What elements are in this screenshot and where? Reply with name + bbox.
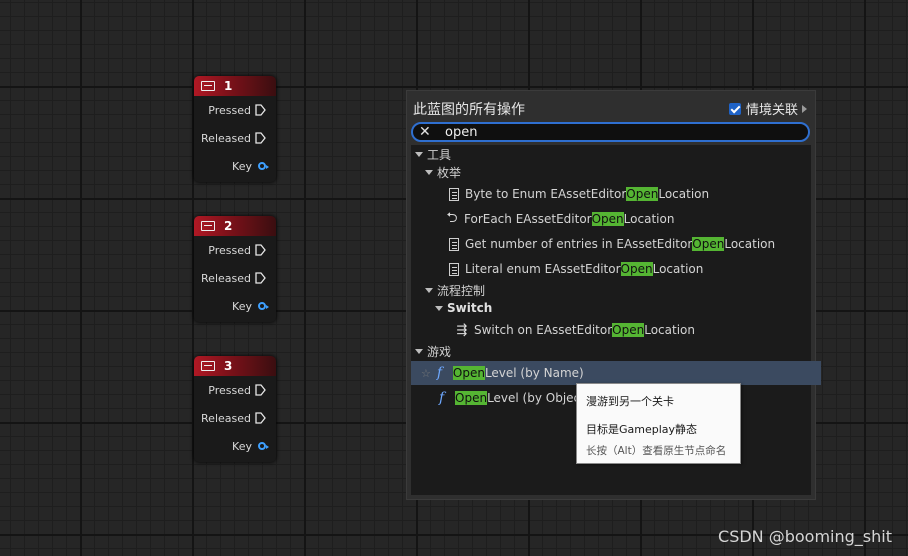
- search-box[interactable]: ✕: [411, 122, 810, 142]
- function-doc-icon: [449, 262, 459, 276]
- category-switch[interactable]: Switch: [411, 297, 835, 319]
- key-pin[interactable]: Key: [194, 292, 276, 320]
- search-input[interactable]: [443, 123, 777, 141]
- node-title: 2: [224, 219, 233, 233]
- node-header: 2: [194, 216, 276, 236]
- loop-icon: ⮌: [446, 210, 458, 226]
- caret-down-icon[interactable]: [415, 151, 423, 157]
- caret-down-icon[interactable]: [425, 287, 433, 293]
- struct-pin-icon[interactable]: [258, 162, 269, 170]
- exec-pin-icon[interactable]: [255, 132, 266, 144]
- action-switch-on[interactable]: ⇶ Switch on EAssetEditor Open Location: [411, 318, 855, 342]
- tooltip-target: 目标是Gameplay静态: [586, 423, 698, 436]
- action-tooltip: 漫游到另一个关卡 目标是Gameplay静态 长按（Alt）查看原生节点命名: [576, 383, 741, 464]
- node-header: 3: [194, 356, 276, 376]
- action-literal-enum[interactable]: Literal enum EAssetEditor Open Location: [411, 257, 849, 281]
- context-sensitive-toggle[interactable]: 情境关联: [728, 99, 807, 118]
- input-key-node-2[interactable]: 2 Pressed Released Key: [194, 216, 276, 322]
- keyboard-icon: [201, 361, 215, 371]
- exec-pin-icon[interactable]: [255, 272, 266, 284]
- exec-pin-icon[interactable]: [255, 104, 266, 116]
- category-game[interactable]: 游戏: [411, 340, 815, 362]
- node-header: 1: [194, 76, 276, 96]
- input-key-node-3[interactable]: 3 Pressed Released Key: [194, 356, 276, 462]
- pressed-pin[interactable]: Pressed: [194, 236, 276, 264]
- function-doc-icon: [449, 237, 459, 251]
- struct-pin-icon[interactable]: [258, 302, 269, 310]
- released-pin[interactable]: Released: [194, 404, 276, 432]
- released-pin[interactable]: Released: [194, 264, 276, 292]
- exec-pin-icon[interactable]: [255, 412, 266, 424]
- key-pin[interactable]: Key: [194, 432, 276, 460]
- action-byte-to-enum[interactable]: Byte to Enum EAssetEditor Open Location: [411, 182, 849, 206]
- exec-pin-icon[interactable]: [255, 244, 266, 256]
- pressed-pin[interactable]: Pressed: [194, 96, 276, 124]
- function-icon: f: [436, 365, 443, 381]
- caret-down-icon[interactable]: [415, 348, 423, 354]
- released-pin[interactable]: Released: [194, 124, 276, 152]
- tooltip-description: 漫游到另一个关卡: [586, 395, 674, 408]
- node-title: 3: [224, 359, 233, 373]
- menu-title: 此蓝图的所有操作: [413, 102, 525, 118]
- favorite-star-icon[interactable]: ☆: [421, 367, 431, 380]
- key-pin[interactable]: Key: [194, 152, 276, 180]
- function-icon: f: [439, 390, 445, 406]
- caret-down-icon[interactable]: [435, 305, 443, 311]
- action-foreach[interactable]: ⮌ ForEach EAssetEditor Open Location: [411, 207, 845, 231]
- switch-node-icon: ⇶: [456, 322, 468, 338]
- caret-down-icon[interactable]: [425, 169, 433, 175]
- checkbox-checked-icon[interactable]: [728, 102, 741, 115]
- context-label: 情境关联: [745, 103, 798, 118]
- tooltip-hint: 长按（Alt）查看原生节点命名: [586, 445, 727, 457]
- input-key-node-1[interactable]: 1 Pressed Released Key: [194, 76, 276, 182]
- node-title: 1: [224, 79, 233, 93]
- action-open-level-by-name[interactable]: ☆ f Open Level (by Name): [411, 361, 821, 385]
- exec-pin-icon[interactable]: [255, 384, 266, 396]
- chevron-right-icon[interactable]: [802, 104, 807, 113]
- category-enum[interactable]: 枚举: [411, 161, 825, 183]
- struct-pin-icon[interactable]: [258, 442, 269, 450]
- function-doc-icon: [449, 187, 459, 201]
- action-get-number-of-entries[interactable]: Get number of entries in EAssetEditor Ope…: [411, 232, 849, 256]
- watermark: CSDN @booming_shit: [718, 527, 892, 546]
- keyboard-icon: [201, 81, 215, 91]
- keyboard-icon: [201, 221, 215, 231]
- clear-search-icon[interactable]: ✕: [419, 125, 433, 139]
- pressed-pin[interactable]: Pressed: [194, 376, 276, 404]
